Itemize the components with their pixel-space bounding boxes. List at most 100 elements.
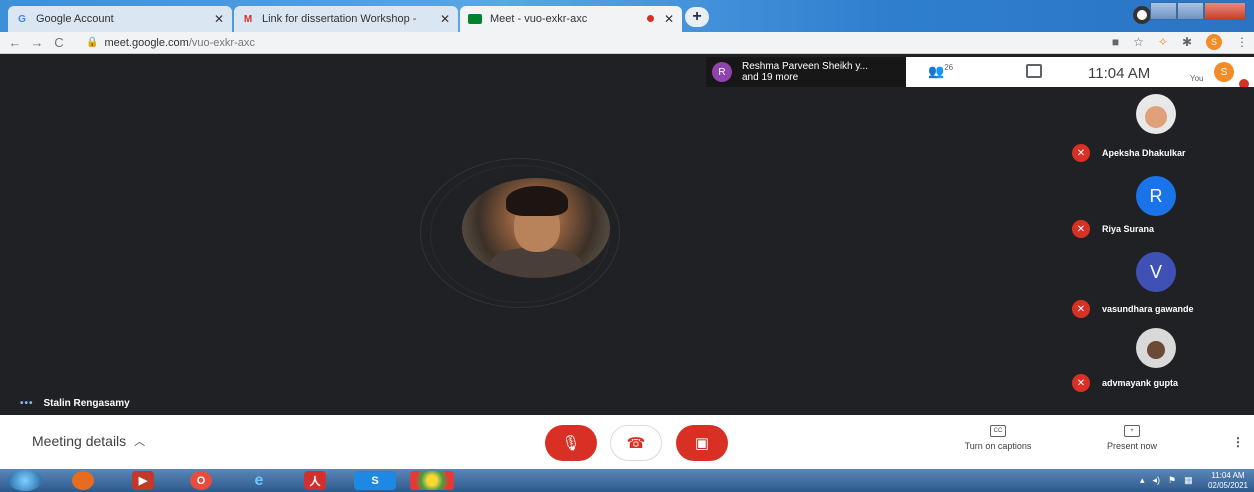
system-tray: ▴ ◂) ⚑ ▦ <box>1140 475 1193 486</box>
mic-off-icon: ✕ <box>1072 220 1090 238</box>
chevron-up-icon: ︿ <box>134 436 146 448</box>
tab-meet[interactable]: Meet - vuo-exkr-axc ✕ <box>460 6 682 32</box>
meet-icon <box>468 14 482 24</box>
speaker-name-tag: ••• Stalin Rengasamy <box>20 398 130 409</box>
participant-name: Apeksha Dhakulkar <box>1102 148 1186 158</box>
captions-button[interactable]: CC Turn on captions <box>948 425 1048 451</box>
maximize-button[interactable] <box>1177 2 1204 20</box>
lock-icon[interactable]: 🔒 <box>86 37 98 48</box>
url-path: /vuo-exkr-axc <box>188 36 255 49</box>
people-count: 26 <box>944 63 954 72</box>
meeting-time: 11:04 AM <box>1088 65 1151 82</box>
people-button[interactable]: 👥26 <box>928 63 953 79</box>
menu-icon[interactable]: ⋮ <box>1236 35 1248 49</box>
summary-line1: Reshma Parveen Sheikh y... <box>742 61 868 72</box>
participant-tile[interactable]: ✕ advmayank gupta <box>1066 326 1254 406</box>
camera-toggle-button[interactable]: ▣ <box>676 425 728 461</box>
flag-icon[interactable]: ⚑ <box>1168 475 1176 486</box>
screen: G Google Account ✕ M Link for dissertati… <box>0 0 1254 492</box>
network-icon[interactable]: ▦ <box>1184 475 1193 486</box>
participant-avatar: R <box>1136 176 1176 216</box>
chrome-icon[interactable] <box>410 471 454 490</box>
volume-icon[interactable]: ◂) <box>1153 475 1161 486</box>
close-window-button[interactable] <box>1204 2 1246 20</box>
address-bar: ← → C 🔒 meet.google.com/vuo-exkr-axc ■ ☆… <box>0 32 1254 54</box>
participant-name: vasundhara gawande <box>1102 304 1194 314</box>
summary-line2: and 19 more <box>742 72 799 83</box>
meeting-details-label: Meeting details <box>32 433 127 449</box>
reload-icon[interactable]: C <box>48 35 70 50</box>
skype-icon[interactable]: S <box>354 471 396 490</box>
taskbar-date: 02/05/2021 <box>1207 481 1248 490</box>
participant-avatar: V <box>1136 252 1176 292</box>
new-tab-button[interactable]: + <box>685 7 709 27</box>
captions-icon: CC <box>990 425 1006 437</box>
url-field[interactable]: meet.google.com/vuo-exkr-axc <box>104 37 254 49</box>
star-icon[interactable]: ☆ <box>1133 35 1144 49</box>
chrome-profile-icon[interactable] <box>1133 6 1151 24</box>
mic-off-icon: 🎙 <box>561 435 581 452</box>
url-host: meet.google.com <box>104 36 189 49</box>
more-options-icon[interactable]: ⋮ <box>1232 435 1244 449</box>
mic-toggle-button[interactable]: 🎙 <box>545 425 597 461</box>
profile-avatar[interactable]: S <box>1206 34 1222 50</box>
address-bar-actions: ■ ☆ ✧ ✱ S ⋮ <box>1112 34 1248 50</box>
meeting-details-button[interactable]: Meeting details ︿ <box>32 433 145 449</box>
google-icon: G <box>18 13 26 25</box>
extension-icon[interactable]: ✧ <box>1158 35 1168 49</box>
internet-explorer-icon[interactable]: e <box>248 471 270 490</box>
tab-title: Google Account <box>36 13 114 25</box>
participant-photo <box>1136 328 1176 368</box>
hang-up-icon: ☎ <box>626 435 646 452</box>
taskbar-clock[interactable]: 11:04 AM 02/05/2021 <box>1208 471 1248 491</box>
forward-icon[interactable]: → <box>26 35 48 50</box>
taskbar-time: 11:04 AM <box>1211 471 1245 480</box>
you-label: You <box>1190 74 1204 83</box>
acrobat-icon[interactable]: 人 <box>304 471 326 490</box>
summary-avatar: R <box>712 62 732 82</box>
present-label: Present now <box>1106 441 1158 451</box>
mic-off-icon: ✕ <box>1072 300 1090 318</box>
opera-icon[interactable]: O <box>190 471 212 490</box>
tab-google-account[interactable]: G Google Account ✕ <box>8 6 232 32</box>
back-icon[interactable]: ← <box>4 35 26 50</box>
meet-control-bar: Meeting details ︿ 🎙 ☎ ▣ CC Turn on capti… <box>0 415 1254 469</box>
mic-off-icon: ✕ <box>1072 374 1090 392</box>
tab-title: Link for dissertation Workshop - <box>262 13 417 25</box>
mic-off-icon: ✕ <box>1072 144 1090 162</box>
tab-gmail[interactable]: M Link for dissertation Workshop - ✕ <box>234 6 458 32</box>
speaker-avatar <box>462 178 610 278</box>
window-controls <box>1150 2 1246 20</box>
self-avatar[interactable]: S <box>1214 62 1234 82</box>
camera-icon[interactable]: ■ <box>1112 35 1119 49</box>
firefox-icon[interactable] <box>72 471 94 490</box>
participant-tile[interactable]: R ✕ Riya Surana <box>1066 172 1254 252</box>
gmail-icon: M <box>243 13 253 25</box>
participant-tile[interactable]: V ✕ vasundhara gawande <box>1066 250 1254 330</box>
close-icon[interactable]: ✕ <box>664 12 674 26</box>
windows-taskbar: ▶ O e 人 S ▴ ◂) ⚑ ▦ 11:04 AM 02/05/2021 <box>0 469 1254 492</box>
people-icon: 👥 <box>928 63 945 79</box>
participant-summary[interactable]: R Reshma Parveen Sheikh y... and 19 more <box>706 57 906 87</box>
tab-title: Meet - vuo-exkr-axc <box>490 13 588 25</box>
start-button[interactable] <box>8 470 42 491</box>
speaker-name: Stalin Rengasamy <box>43 398 130 409</box>
present-now-button[interactable]: + Present now <box>1092 425 1172 451</box>
participant-name: advmayank gupta <box>1102 378 1179 388</box>
close-icon[interactable]: ✕ <box>440 12 450 26</box>
media-player-icon[interactable]: ▶ <box>132 471 154 490</box>
chat-icon[interactable] <box>1026 64 1042 78</box>
browser-tabstrip: G Google Account ✕ M Link for dissertati… <box>0 0 1254 32</box>
puzzle-icon[interactable]: ✱ <box>1182 35 1192 49</box>
tray-arrow-icon[interactable]: ▴ <box>1140 475 1145 486</box>
present-icon: + <box>1124 425 1140 437</box>
recording-icon <box>647 15 654 22</box>
camera-off-icon: ▣ <box>694 435 710 452</box>
meet-top-bar: 👥26 11:04 AM You S <box>906 57 1254 89</box>
leave-call-button[interactable]: ☎ <box>610 425 662 461</box>
close-icon[interactable]: ✕ <box>214 12 224 26</box>
participant-tile[interactable]: ✕ Apeksha Dhakulkar <box>1066 92 1254 172</box>
participant-name: Riya Surana <box>1102 224 1155 234</box>
minimize-button[interactable] <box>1150 2 1177 20</box>
captions-label: Turn on captions <box>964 441 1032 451</box>
